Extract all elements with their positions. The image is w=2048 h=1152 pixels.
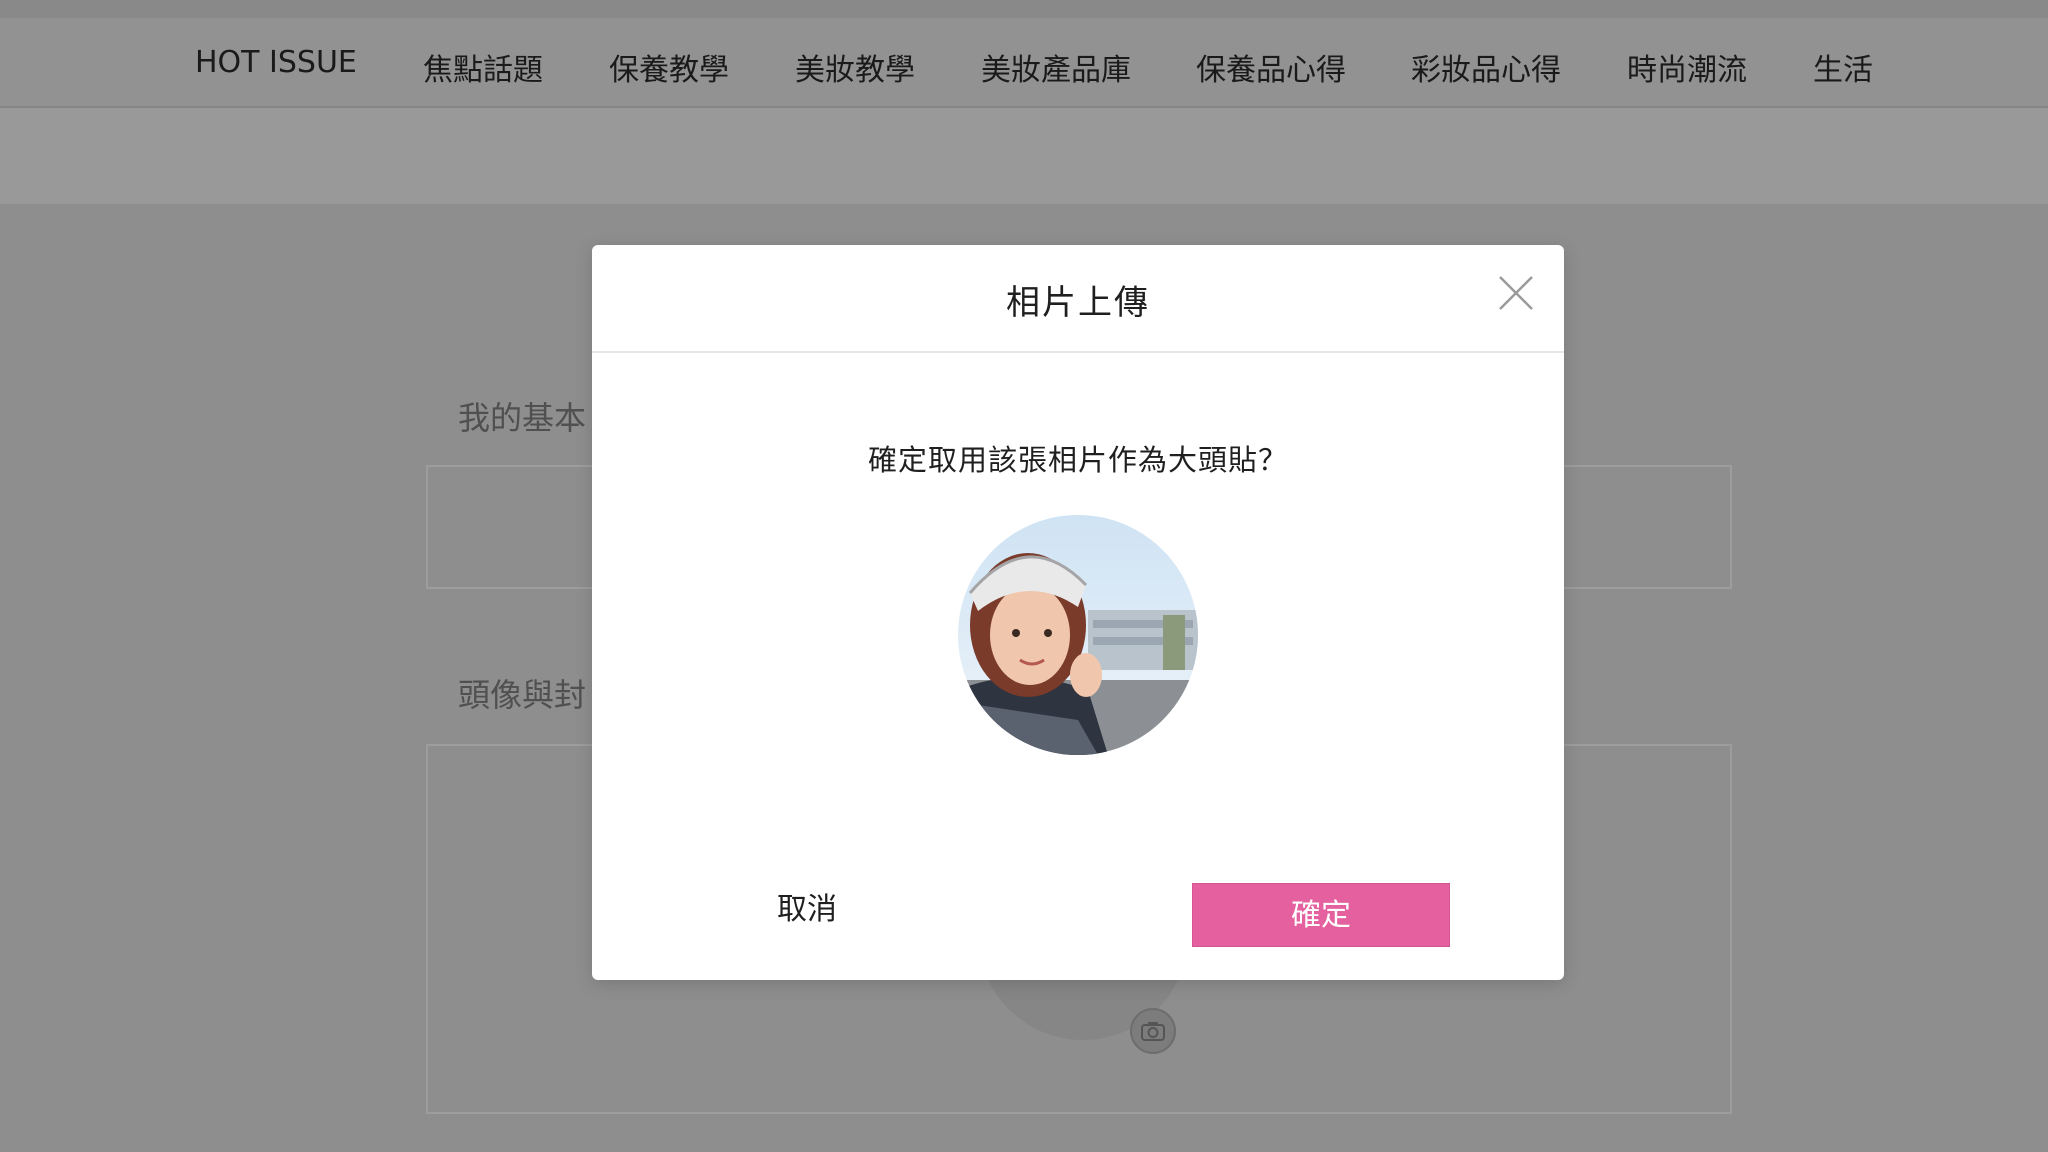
- nav-item-focus-topics[interactable]: 焦點話題: [423, 45, 543, 89]
- nav-item-fashion-trends[interactable]: 時尚潮流: [1627, 45, 1747, 89]
- nav-item-makeup-tutorials[interactable]: 美妝教學: [795, 45, 915, 89]
- dialog-header: 相片上傳: [592, 245, 1564, 353]
- cancel-button[interactable]: 取消: [742, 885, 872, 935]
- avatar-cover-heading: 頭像與封: [458, 676, 587, 714]
- header-band: [0, 108, 2048, 204]
- dialog-title: 相片上傳: [1006, 283, 1150, 323]
- close-icon[interactable]: [1494, 271, 1538, 315]
- confirm-question: 確定取用該張相片作為大頭貼？: [867, 443, 1288, 477]
- photo-upload-dialog: 相片上傳 確定取用該張相片作為大頭貼？ 取消 確定: [592, 245, 1564, 980]
- avatar-preview-image: [958, 515, 1198, 755]
- nav-item-beauty-product-library[interactable]: 美妝產品庫: [981, 45, 1131, 89]
- camera-icon[interactable]: [1130, 1008, 1176, 1054]
- top-navigation: HOT ISSUE 焦點話題 保養教學 美妝教學 美妝產品庫 保養品心得 彩妝品…: [0, 18, 2048, 108]
- confirm-button[interactable]: 確定: [1192, 883, 1450, 947]
- nav-item-skincare-reviews[interactable]: 保養品心得: [1196, 45, 1346, 89]
- nav-item-hot-issue[interactable]: HOT ISSUE: [195, 45, 357, 80]
- top-strip: [0, 0, 2048, 18]
- nav-item-lifestyle[interactable]: 生活: [1813, 45, 1873, 89]
- nav-item-skincare-tutorials[interactable]: 保養教學: [609, 45, 729, 89]
- nav-item-makeup-reviews[interactable]: 彩妝品心得: [1411, 45, 1561, 89]
- basic-info-heading: 我的基本: [458, 399, 587, 437]
